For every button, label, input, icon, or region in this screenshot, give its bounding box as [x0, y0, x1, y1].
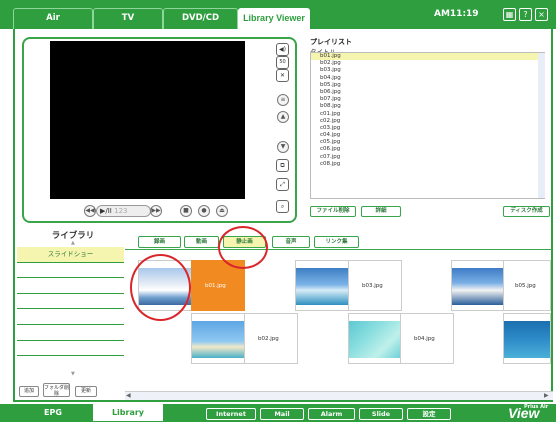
playlist-item[interactable]: b01.jpg: [311, 53, 544, 61]
slide-button[interactable]: Slide: [359, 408, 403, 420]
playlist-item[interactable]: c03.jpg: [311, 125, 544, 132]
thumbnail-b04[interactable]: [348, 313, 402, 364]
playlist-item[interactable]: b05.jpg: [311, 82, 544, 89]
playlist-item[interactable]: c08.jpg: [311, 161, 544, 168]
add-button[interactable]: 追加: [19, 386, 39, 397]
view-logo: View: [508, 405, 540, 421]
playlist[interactable]: b01.jpg b02.jpg b03.jpg b04.jpg b05.jpg …: [310, 52, 545, 199]
playlist-item[interactable]: c06.jpg: [311, 146, 544, 153]
refresh-button[interactable]: 更新: [75, 386, 97, 397]
fullscreen-icon[interactable]: ⤢: [276, 178, 289, 191]
thumbnail-label: b04.jpg: [414, 336, 435, 342]
detail-button[interactable]: 詳細: [361, 206, 401, 217]
playlist-item[interactable]: b08.jpg: [311, 103, 544, 110]
forward-icon[interactable]: ▶▶: [150, 205, 162, 217]
mail-button[interactable]: Mail: [260, 408, 304, 420]
thumbnail-label-cell[interactable]: b02.jpg: [244, 313, 298, 364]
record-icon[interactable]: ●: [198, 205, 210, 217]
alarm-button[interactable]: Alarm: [308, 408, 355, 420]
video-screen: [50, 41, 245, 199]
volume-icon[interactable]: ◀): [276, 43, 289, 56]
tab-dvd-cd[interactable]: DVD/CD: [163, 8, 238, 29]
thumbnail-image: [452, 268, 504, 305]
play-pause-control[interactable]: ▶/II 123: [96, 205, 151, 217]
rewind-icon[interactable]: ◀◀: [84, 205, 96, 217]
thumbnail-b05[interactable]: [451, 260, 505, 311]
help-button[interactable]: ?: [519, 8, 532, 21]
library-item[interactable]: [17, 341, 124, 357]
playlist-item[interactable]: c02.jpg: [311, 118, 544, 125]
thumbnail-b03[interactable]: [295, 260, 349, 311]
library-scroll-up-icon[interactable]: ▲: [71, 240, 75, 246]
window-icon[interactable]: ⧉: [276, 159, 289, 172]
settings-button[interactable]: 設定: [407, 408, 451, 420]
tab-recording[interactable]: 録画: [138, 236, 181, 248]
playlist-item[interactable]: c04.jpg: [311, 132, 544, 139]
playlist-item[interactable]: b02.jpg: [311, 60, 544, 67]
playlist-item[interactable]: c05.jpg: [311, 139, 544, 146]
delete-folder-button[interactable]: フォルダ削除: [43, 383, 70, 397]
thumbnail-label: b03.jpg: [362, 283, 383, 289]
tab-links[interactable]: リンク集: [314, 236, 359, 248]
up-arrow-icon[interactable]: ▲: [277, 111, 289, 123]
play-pause-label: ▶/II: [100, 207, 112, 215]
library-item[interactable]: [17, 278, 124, 294]
playlist-item[interactable]: b03.jpg: [311, 67, 544, 74]
library-item[interactable]: [17, 263, 124, 279]
horizontal-scrollbar[interactable]: [125, 391, 553, 400]
callout-circle-thumbnail: [130, 254, 191, 321]
divider: [125, 249, 553, 250]
tab-video[interactable]: 動画: [184, 236, 219, 248]
tab-library-viewer[interactable]: Library Viewer: [238, 8, 310, 29]
thumbnail-b02[interactable]: [191, 313, 245, 364]
library-list[interactable]: スライドショー: [17, 247, 124, 374]
callout-circle-tab: [218, 226, 268, 269]
playlist-scrollbar[interactable]: [538, 53, 545, 198]
thumbnail-label: b02.jpg: [258, 336, 279, 342]
scroll-left-icon[interactable]: ◀: [126, 392, 131, 399]
thumbnail-image: [296, 268, 348, 305]
delete-file-button[interactable]: ファイル削除: [310, 206, 356, 217]
mute-icon[interactable]: ✕: [276, 69, 289, 82]
thumbnail-image: [349, 321, 401, 358]
close-button[interactable]: ×: [535, 8, 548, 21]
library-item[interactable]: [17, 294, 124, 310]
playlist-item[interactable]: c01.jpg: [311, 111, 544, 118]
playlist-item[interactable]: b07.jpg: [311, 96, 544, 103]
playlist-item[interactable]: c07.jpg: [311, 154, 544, 161]
zoom-icon[interactable]: ⌕: [276, 200, 289, 213]
thumbnail-label-cell[interactable]: b03.jpg: [348, 260, 402, 311]
counter: 123: [114, 207, 128, 215]
clock: AM11:19: [434, 9, 479, 19]
library-item[interactable]: スライドショー: [17, 247, 124, 263]
playlist-item[interactable]: b04.jpg: [311, 75, 544, 82]
tab-library[interactable]: Library: [92, 404, 164, 422]
internet-button[interactable]: Internet: [206, 408, 256, 420]
thumbnail-label-cell[interactable]: b04.jpg: [400, 313, 454, 364]
thumbnail-partial[interactable]: [503, 313, 551, 364]
thumbnail-label: b01.jpg: [205, 283, 226, 289]
display-icon[interactable]: ▦: [503, 8, 516, 21]
playlist-item[interactable]: b06.jpg: [311, 89, 544, 96]
tab-air[interactable]: Air: [13, 8, 93, 29]
library-item[interactable]: [17, 309, 124, 325]
tab-epg[interactable]: EPG: [14, 404, 92, 422]
volume-level[interactable]: 50: [276, 56, 289, 69]
stop-icon[interactable]: ■: [180, 205, 192, 217]
tab-tv[interactable]: TV: [93, 8, 163, 29]
library-scroll-down-icon[interactable]: ▼: [71, 371, 75, 377]
eject-icon[interactable]: ⏏: [216, 205, 228, 217]
thumbnail-image: [504, 321, 550, 358]
thumbnail-image: [192, 321, 244, 358]
menu-icon[interactable]: ≡: [277, 94, 289, 106]
make-disc-button[interactable]: ディスク作成: [503, 206, 550, 217]
thumbnail-label-cell[interactable]: b05.jpg: [503, 260, 551, 311]
down-arrow-icon[interactable]: ▼: [277, 141, 289, 153]
tab-audio[interactable]: 音声: [272, 236, 310, 248]
scroll-right-icon[interactable]: ▶: [544, 392, 549, 399]
library-item[interactable]: [17, 325, 124, 341]
thumbnail-label: b05.jpg: [515, 283, 536, 289]
